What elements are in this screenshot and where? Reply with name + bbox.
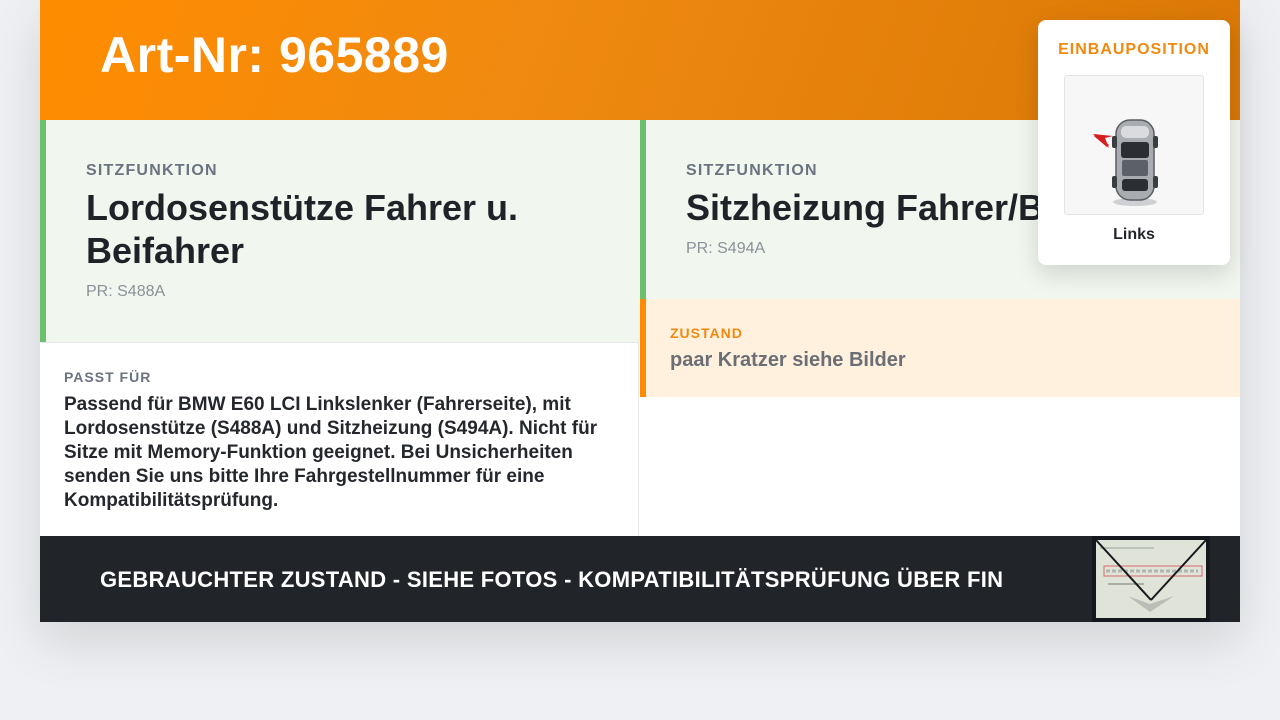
seat-function-lordosis: SITZFUNKTION Lordosenstütze Fahrer u. Be… xyxy=(40,120,640,342)
envelope-icon xyxy=(1094,538,1208,620)
footer-bar: GEBRAUCHTER ZUSTAND - SIEHE FOTOS - KOMP… xyxy=(40,536,1240,622)
installation-position-value: Links xyxy=(1113,226,1155,243)
car-top-view-icon xyxy=(1093,119,1158,206)
article-number: Art-Nr: 965889 xyxy=(100,27,449,83)
seat-function-pr-code: PR: S494A xyxy=(686,240,766,257)
compatibility-label: PASST FÜR xyxy=(64,369,152,385)
condition-text: paar Kratzer siehe Bilder xyxy=(670,349,906,371)
installation-position-label: EINBAUPOSITION xyxy=(1058,41,1210,58)
seat-function-pr-code: PR: S488A xyxy=(86,283,166,300)
condition-label: ZUSTAND xyxy=(670,325,743,341)
compatibility-text: Passend für BMW E60 LCI Linkslenker (Fah… xyxy=(64,394,598,511)
seat-function-title: Lordosenstütze Fahrer u. Beifahrer xyxy=(86,187,519,271)
installation-position-popup: EINBAUPOSITION Links xyxy=(1038,20,1230,265)
footer-notice: GEBRAUCHTER ZUSTAND - SIEHE FOTOS - KOMP… xyxy=(100,567,1004,592)
condition-section: ZUSTAND paar Kratzer siehe Bilder xyxy=(640,299,1240,397)
compatibility-section: PASST FÜR Passend für BMW E60 LCI Linksl… xyxy=(40,342,639,536)
seat-function-label: SITZFUNKTION xyxy=(686,162,818,179)
car-position-image xyxy=(1064,75,1204,215)
vin-envelope-thumbnail[interactable] xyxy=(1092,536,1210,622)
seat-function-label: SITZFUNKTION xyxy=(86,162,218,179)
